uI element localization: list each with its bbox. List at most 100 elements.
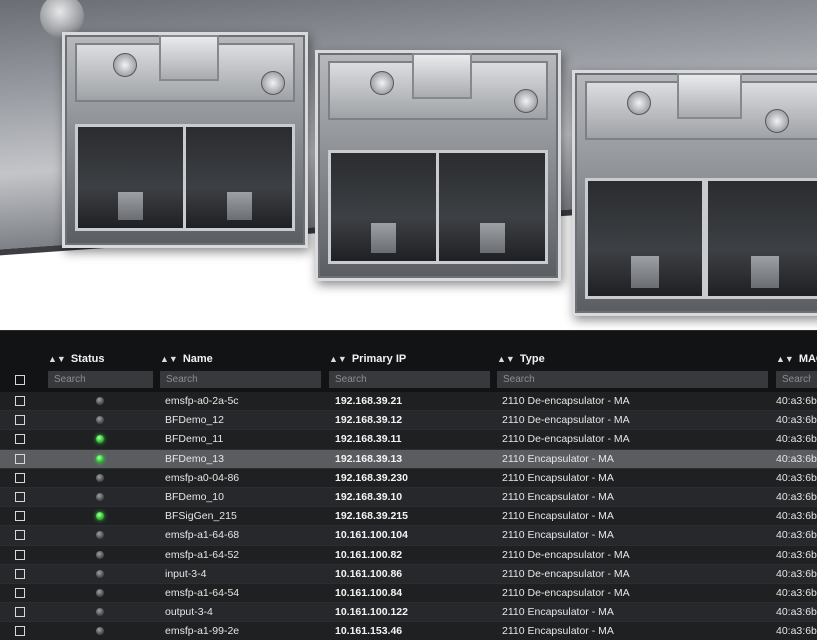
column-header-mac[interactable]: ▲▼MAC (776, 353, 817, 365)
row-checkbox[interactable] (15, 472, 25, 483)
device-name: input-3-4 (165, 567, 207, 580)
search-input-mac[interactable] (776, 371, 817, 388)
row-checkbox[interactable] (15, 607, 25, 618)
row-checkbox[interactable] (15, 530, 25, 541)
row-checkbox[interactable] (15, 434, 25, 445)
table-body: emsfp-a0-2a-5c 192.168.39.21 2110 De-encap… (0, 392, 817, 640)
filter-row (0, 368, 817, 392)
table-row[interactable]: emsfp-a1-99-2e 10.161.153.46 2110 Encapsul… (0, 622, 817, 640)
product-photo (0, 0, 817, 330)
select-all-checkbox[interactable] (15, 375, 25, 385)
table-row[interactable]: output-3-4 10.161.100.122 2110 Encapsulato… (0, 603, 817, 623)
device-type: 2110 De-encapsulator - MA (502, 395, 630, 407)
row-checkbox[interactable] (15, 453, 25, 464)
status-indicator-icon (96, 588, 104, 597)
device-type: 2110 Encapsulator - MA (502, 529, 614, 542)
device-table: ▲▼ Status ▲▼ Name ▲▼ Primary IP ▲▼ Type ▲▼ MA… (0, 330, 817, 640)
device-type: 2110 De-encapsulator - MA (502, 433, 630, 446)
row-checkbox[interactable] (15, 415, 25, 426)
status-indicator-icon (96, 492, 104, 501)
device-type: 2110 De-encapsulator - MA (502, 548, 630, 561)
device-name: output-3-4 (165, 606, 213, 619)
row-checkbox[interactable] (15, 587, 25, 598)
table-row[interactable]: emsfp-a1-64-68 10.161.100.104 2110 Encapsu… (0, 526, 817, 546)
search-input-status[interactable] (48, 371, 153, 388)
sort-icon: ▲▼ (776, 354, 794, 364)
sort-icon: ▲▼ (48, 354, 66, 364)
device-name: emsfp-a1-64-54 (165, 586, 240, 599)
table-row[interactable]: BFSigGen_215 192.168.39.215 2110 Encapsula… (0, 507, 817, 527)
primary-ip: 10.161.100.84 (335, 586, 403, 599)
device-name: BFDemo_13 (165, 452, 224, 465)
mac-address: 40:a3:6b (776, 567, 817, 580)
status-indicator-icon (96, 397, 104, 405)
device-type: 2110 Encapsulator - MA (502, 452, 614, 465)
column-header-type[interactable]: ▲▼ Type (497, 353, 545, 365)
status-indicator-icon (96, 454, 104, 463)
status-indicator-icon (96, 531, 104, 540)
mac-address: 40:a3:6b (776, 625, 817, 638)
primary-ip: 10.161.153.46 (335, 625, 403, 638)
column-header-status[interactable]: ▲▼ Status (48, 353, 104, 365)
device-type: 2110 Encapsulator - MA (502, 471, 614, 484)
primary-ip: 10.161.100.82 (335, 548, 403, 561)
sort-icon: ▲▼ (329, 354, 347, 364)
status-indicator-icon (96, 473, 104, 482)
mac-address: 40:a3:6b (776, 586, 817, 599)
primary-ip: 192.168.39.10 (335, 490, 403, 503)
status-indicator-icon (96, 416, 104, 425)
device-type: 2110 De-encapsulator - MA (502, 567, 630, 580)
device-type: 2110 De-encapsulator - MA (502, 414, 630, 427)
device-type: 2110 Encapsulator - MA (502, 490, 614, 503)
primary-ip: 192.168.39.13 (335, 452, 403, 465)
mac-address: 40:a3:6b (776, 490, 817, 503)
row-checkbox[interactable] (15, 549, 25, 560)
row-checkbox[interactable] (15, 626, 25, 637)
table-row[interactable]: BFDemo_10 192.168.39.10 2110 Encapsulator … (0, 487, 817, 508)
sfp-cage-1 (62, 32, 308, 248)
device-name: emsfp-a0-04-86 (165, 471, 240, 484)
primary-ip: 192.168.39.12 (335, 414, 403, 427)
table-row[interactable]: BFDemo_11 192.168.39.11 2110 De-encapsulat… (0, 430, 817, 450)
table-row[interactable]: emsfp-a0-04-86 192.168.39.230 2110 Encapsu… (0, 468, 817, 488)
row-checkbox[interactable] (15, 568, 25, 579)
mac-address: 40:a3:6b (776, 529, 817, 542)
table-row[interactable]: BFDemo_13 192.168.39.13 2110 Encapsulator … (0, 449, 817, 469)
status-indicator-icon (96, 512, 104, 521)
primary-ip: 10.161.100.86 (335, 567, 403, 580)
table-row[interactable]: emsfp-a1-64-54 10.161.100.84 2110 De-encap… (0, 583, 817, 604)
mac-address: 40:a3:6b (776, 395, 817, 407)
status-indicator-icon (96, 608, 104, 617)
table-row[interactable]: emsfp-a1-64-52 10.161.100.82 2110 De-encap… (0, 545, 817, 565)
sort-icon: ▲▼ (497, 354, 515, 364)
row-checkbox[interactable] (15, 491, 25, 502)
column-header-primary-ip[interactable]: ▲▼ Primary IP (329, 353, 406, 365)
primary-ip: 10.161.100.122 (335, 606, 408, 619)
mac-address: 40:a3:6b (776, 548, 817, 561)
device-name: emsfp-a1-99-2e (165, 625, 240, 638)
device-name: emsfp-a0-2a-5c (165, 395, 239, 407)
sort-icon: ▲▼ (160, 354, 178, 364)
column-header-name[interactable]: ▲▼ Name (160, 353, 213, 365)
table-row[interactable]: BFDemo_12 192.168.39.12 2110 De-encapsulat… (0, 411, 817, 431)
table-row[interactable]: input-3-4 10.161.100.86 2110 De-encapsulat… (0, 564, 817, 584)
device-name: BFSigGen_215 (165, 510, 237, 523)
row-checkbox[interactable] (15, 396, 25, 406)
search-input-type[interactable] (497, 371, 768, 388)
device-type: 2110 Encapsulator - MA (502, 606, 614, 619)
device-type: 2110 Encapsulator - MA (502, 625, 614, 638)
row-checkbox[interactable] (15, 511, 25, 522)
table-row[interactable]: emsfp-a0-2a-5c 192.168.39.21 2110 De-encap… (0, 392, 817, 412)
mac-address: 40:a3:6b (776, 510, 817, 523)
status-indicator-icon (96, 569, 104, 578)
mac-address: 40:a3:6b (776, 433, 817, 446)
sfp-cage-2 (315, 50, 561, 281)
device-name: emsfp-a1-64-68 (165, 529, 240, 542)
primary-ip: 192.168.39.21 (335, 395, 403, 407)
search-input-name[interactable] (160, 371, 321, 388)
mac-address: 40:a3:6b (776, 606, 817, 619)
search-input-primary-ip[interactable] (329, 371, 490, 388)
sfp-cage-3 (572, 70, 817, 316)
mac-address: 40:a3:6b (776, 452, 817, 465)
primary-ip: 192.168.39.230 (335, 471, 408, 484)
